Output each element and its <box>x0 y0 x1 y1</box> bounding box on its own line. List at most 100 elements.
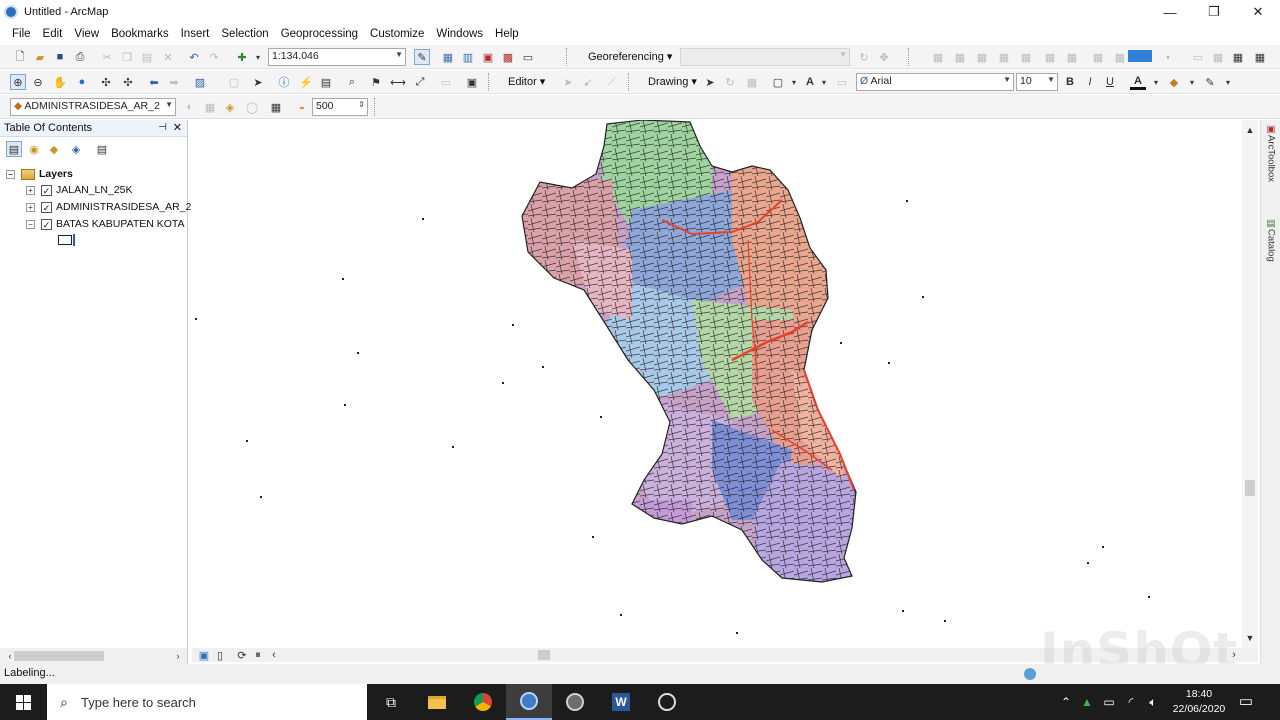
close-icon[interactable]: ✕ <box>173 121 182 134</box>
rotate-element-icon[interactable]: ↻ <box>722 74 738 90</box>
font-color-button[interactable]: A <box>1130 74 1146 90</box>
drawing-menu[interactable]: Drawing ▾ <box>648 75 697 88</box>
close-button[interactable]: ✕ <box>1236 0 1280 24</box>
refresh-view-icon[interactable]: ⟳ <box>234 647 250 663</box>
scroll-down-icon[interactable]: ▼ <box>1242 630 1258 646</box>
editor-menu[interactable]: Editor ▾ <box>508 75 545 88</box>
font-combo[interactable]: Ø Arial ▼ <box>856 73 1014 91</box>
layout-tool-icon[interactable]: ▦ <box>1230 49 1246 65</box>
chevron-down-icon[interactable]: ▾ <box>1184 74 1200 90</box>
app-button[interactable] <box>644 684 690 720</box>
menu-insert[interactable]: Insert <box>175 28 216 40</box>
battery-icon[interactable]: ▭ <box>1098 695 1120 709</box>
editor-toolbar-icon[interactable]: ✎ <box>414 49 430 65</box>
collapse-icon[interactable]: − <box>26 219 35 229</box>
georef-tool-icon[interactable]: ▦ <box>1112 49 1128 65</box>
georef-tool-icon[interactable]: ▦ <box>952 49 968 65</box>
menu-file[interactable]: File <box>6 28 37 40</box>
arctoolbox-tab[interactable]: ▣ ArcToolbox <box>1263 124 1279 214</box>
expand-icon[interactable]: + <box>26 202 35 212</box>
layout-view-icon[interactable]: ▯ <box>212 647 228 663</box>
map-canvas[interactable] <box>192 120 1242 648</box>
arcmap-taskbar-button[interactable] <box>506 684 552 720</box>
menu-help[interactable]: Help <box>489 28 525 40</box>
forward-extent-icon[interactable]: ➡ <box>166 74 182 90</box>
menu-geoprocessing[interactable]: Geoprocessing <box>275 28 364 40</box>
toc-window-icon[interactable]: ▦ <box>440 49 456 65</box>
find-icon[interactable]: ⌕ <box>344 74 360 90</box>
notification-icon[interactable]: ▭ <box>1236 692 1256 712</box>
toc-layer-item[interactable]: + ✓ ADMINISTRASIDESA_AR_2 <box>26 199 191 215</box>
delete-icon[interactable]: ✕ <box>160 49 176 65</box>
scroll-up-icon[interactable]: ▲ <box>1242 122 1258 138</box>
scroll-left-icon[interactable]: ‹ <box>266 647 282 663</box>
chevron-up-icon[interactable]: ⌃ <box>1056 695 1076 709</box>
underline-button[interactable]: U <box>1102 74 1118 90</box>
hyperlink-icon[interactable]: ⚡ <box>298 74 314 90</box>
fixed-zoom-in-icon[interactable]: ✣ <box>98 74 114 90</box>
layout-tool-icon[interactable]: ▦ <box>1252 49 1268 65</box>
map-display[interactable] <box>192 120 1242 648</box>
label-weight-icon[interactable]: ◒ <box>294 99 310 115</box>
search-window-icon[interactable]: ▣ <box>480 49 496 65</box>
color-swatch-icon[interactable] <box>1128 50 1152 62</box>
taskbar-clock[interactable]: 18:40 22/06/2020 <box>1168 687 1230 717</box>
layer-checkbox[interactable]: ✓ <box>41 218 52 230</box>
georeferencing-menu[interactable]: Georeferencing ▾ <box>588 50 672 63</box>
zoom-in-icon[interactable]: ⊕ <box>10 74 26 90</box>
toc-root-layers[interactable]: − Layers <box>6 166 73 182</box>
options-icon[interactable]: ▤ <box>94 141 110 157</box>
menu-selection[interactable]: Selection <box>215 28 274 40</box>
scrollbar-thumb[interactable] <box>14 651 104 661</box>
save-icon[interactable]: ■ <box>52 49 68 65</box>
pause-drawing-icon[interactable]: ⏸ <box>250 647 266 663</box>
chevron-down-icon[interactable]: ▾ <box>1160 49 1176 65</box>
fill-color-icon[interactable]: ◆ <box>1166 74 1182 90</box>
volume-icon[interactable]: 🔈︎ <box>1142 695 1164 710</box>
georef-tool-icon[interactable]: ▦ <box>1090 49 1106 65</box>
add-data-dropdown-icon[interactable]: ▾ <box>250 49 266 65</box>
new-document-icon[interactable]: 🗋 <box>12 49 28 65</box>
select-elements-icon[interactable]: ➤ <box>250 74 266 90</box>
list-by-source-icon[interactable]: ◉ <box>26 141 42 157</box>
label-tool-icon[interactable]: ◐ <box>182 99 198 115</box>
catalog-tab[interactable]: ▤ Catalog <box>1263 218 1279 308</box>
word-button[interactable]: W <box>598 684 644 720</box>
label-tool-icon[interactable]: ◯ <box>244 99 260 115</box>
toc-horizontal-scrollbar[interactable]: ‹ › <box>0 648 187 664</box>
start-button[interactable] <box>0 684 46 720</box>
edit-annotation-icon[interactable]: ➹ <box>580 74 596 90</box>
arctoolbox-icon[interactable]: ▩ <box>500 49 516 65</box>
maximize-button[interactable]: ❐ <box>1192 0 1236 24</box>
python-window-icon[interactable]: ▭ <box>520 49 536 65</box>
wifi-icon[interactable]: ◜ <box>1120 695 1142 709</box>
rotate-icon[interactable]: ↻ <box>856 49 872 65</box>
line-color-icon[interactable]: ✎ <box>1202 74 1218 90</box>
menu-windows[interactable]: Windows <box>430 28 489 40</box>
italic-button[interactable]: I <box>1082 74 1098 90</box>
label-manager-icon[interactable]: ◈ <box>222 99 238 115</box>
add-data-icon[interactable]: ✚ <box>234 49 250 65</box>
map-vertical-scrollbar[interactable]: ▲ ▼ <box>1242 120 1258 648</box>
undo-icon[interactable]: ↶ <box>186 49 202 65</box>
select-elements-icon[interactable]: ➤ <box>702 74 718 90</box>
file-explorer-button[interactable] <box>414 684 460 720</box>
measure-icon[interactable]: ⟷ <box>390 74 406 90</box>
chevron-down-icon[interactable]: ▾ <box>786 74 802 90</box>
new-text-icon[interactable]: ▭ <box>834 74 850 90</box>
hollow-polygon-symbol-icon[interactable] <box>58 235 72 245</box>
chrome-button[interactable] <box>460 684 506 720</box>
collapse-icon[interactable]: − <box>6 169 15 179</box>
expand-icon[interactable]: + <box>26 185 35 195</box>
label-priority-icon[interactable]: ▦ <box>268 99 284 115</box>
zoom-whole-page-icon[interactable]: ▦ <box>744 74 760 90</box>
tray-app-icon[interactable]: ▲ <box>1076 695 1098 709</box>
chevron-down-icon[interactable]: ▾ <box>1148 74 1164 90</box>
toc-layer-item[interactable]: + ✓ JALAN_LN_25K <box>26 182 132 198</box>
label-layer-combo[interactable]: ◆ ADMINISTRASIDESA_AR_2 ▼ <box>10 98 176 116</box>
menu-edit[interactable]: Edit <box>37 28 69 40</box>
layer-checkbox[interactable]: ✓ <box>41 201 52 213</box>
menu-bookmarks[interactable]: Bookmarks <box>105 28 175 40</box>
shift-icon[interactable]: ✥ <box>876 49 892 65</box>
time-slider-icon[interactable]: ▭ <box>438 74 454 90</box>
